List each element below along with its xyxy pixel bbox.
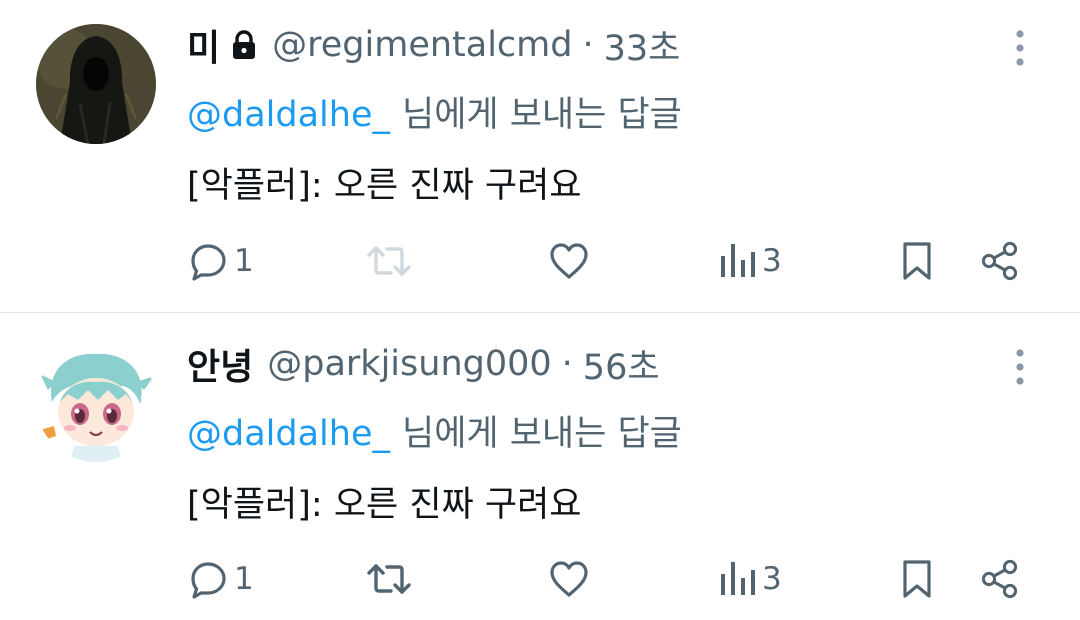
reply-mention-link[interactable]: @daldalhe_: [187, 414, 390, 454]
tweet[interactable]: 안녕 @parkjisung000 · 56초 @daldalhe_ 님에게 보내…: [0, 313, 1080, 620]
user-handle[interactable]: @parkjisung000: [267, 344, 551, 384]
replying-to: @daldalhe_ 님에게 보내는 답글: [187, 86, 682, 137]
tweet-header: 안녕 @parkjisung000 · 56초: [187, 338, 660, 390]
separator-dot: ·: [582, 25, 594, 65]
reply-count: 1: [234, 243, 254, 279]
retweet-button[interactable]: [364, 554, 414, 604]
reply-icon: [188, 558, 230, 600]
tweet-text: [악플러]: 오른 진짜 구려요: [187, 166, 582, 206]
retweet-button[interactable]: [364, 236, 414, 286]
reply-count: 1: [234, 561, 254, 597]
bookmark-button[interactable]: [899, 554, 935, 604]
timestamp[interactable]: 33초: [604, 20, 681, 71]
display-name[interactable]: 안녕: [187, 338, 253, 390]
tweet-text: [악플러]: 오른 진짜 구려요: [187, 485, 582, 525]
heart-icon: [547, 240, 591, 282]
share-button[interactable]: [978, 554, 1022, 604]
reply-button[interactable]: 1: [188, 554, 254, 604]
reply-mention-link[interactable]: @daldalhe_: [187, 95, 390, 135]
separator-dot: ·: [561, 344, 573, 384]
like-button[interactable]: [547, 236, 591, 286]
reply-suffix: 님에게 보내는 답글: [402, 414, 682, 454]
more-options-icon[interactable]: [1010, 347, 1030, 387]
more-options-icon[interactable]: [1010, 28, 1030, 68]
views-count: 3: [762, 561, 782, 597]
user-handle[interactable]: @regimentalcmd: [272, 25, 572, 65]
share-icon: [978, 558, 1022, 600]
bookmark-icon: [899, 558, 935, 600]
views-button[interactable]: 3: [718, 236, 782, 286]
reply-button[interactable]: 1: [188, 236, 254, 286]
hooded-figure-avatar[interactable]: [36, 24, 156, 144]
action-bar: 1 3: [0, 236, 1080, 286]
retweet-icon: [364, 240, 414, 282]
tweet[interactable]: 미 @regimentalcmd · 33초 @daldalhe_ 님에게 보내는…: [0, 0, 1080, 312]
tweet-header: 미 @regimentalcmd · 33초: [187, 19, 681, 71]
like-button[interactable]: [547, 554, 591, 604]
action-bar: 1 3: [0, 554, 1080, 604]
heart-icon: [547, 558, 591, 600]
analytics-icon: [718, 240, 758, 282]
share-button[interactable]: [978, 236, 1022, 286]
analytics-icon: [718, 558, 758, 600]
timestamp[interactable]: 56초: [583, 339, 660, 390]
bookmark-button[interactable]: [899, 236, 935, 286]
bookmark-icon: [899, 240, 935, 282]
lock-icon: [230, 29, 258, 61]
share-icon: [978, 240, 1022, 282]
views-button[interactable]: 3: [718, 554, 782, 604]
reply-icon: [188, 240, 230, 282]
anime-character-avatar[interactable]: [36, 342, 156, 462]
retweet-icon: [364, 558, 414, 600]
views-count: 3: [762, 243, 782, 279]
replying-to: @daldalhe_ 님에게 보내는 답글: [187, 405, 682, 456]
reply-suffix: 님에게 보내는 답글: [402, 95, 682, 135]
display-name[interactable]: 미: [187, 19, 220, 71]
